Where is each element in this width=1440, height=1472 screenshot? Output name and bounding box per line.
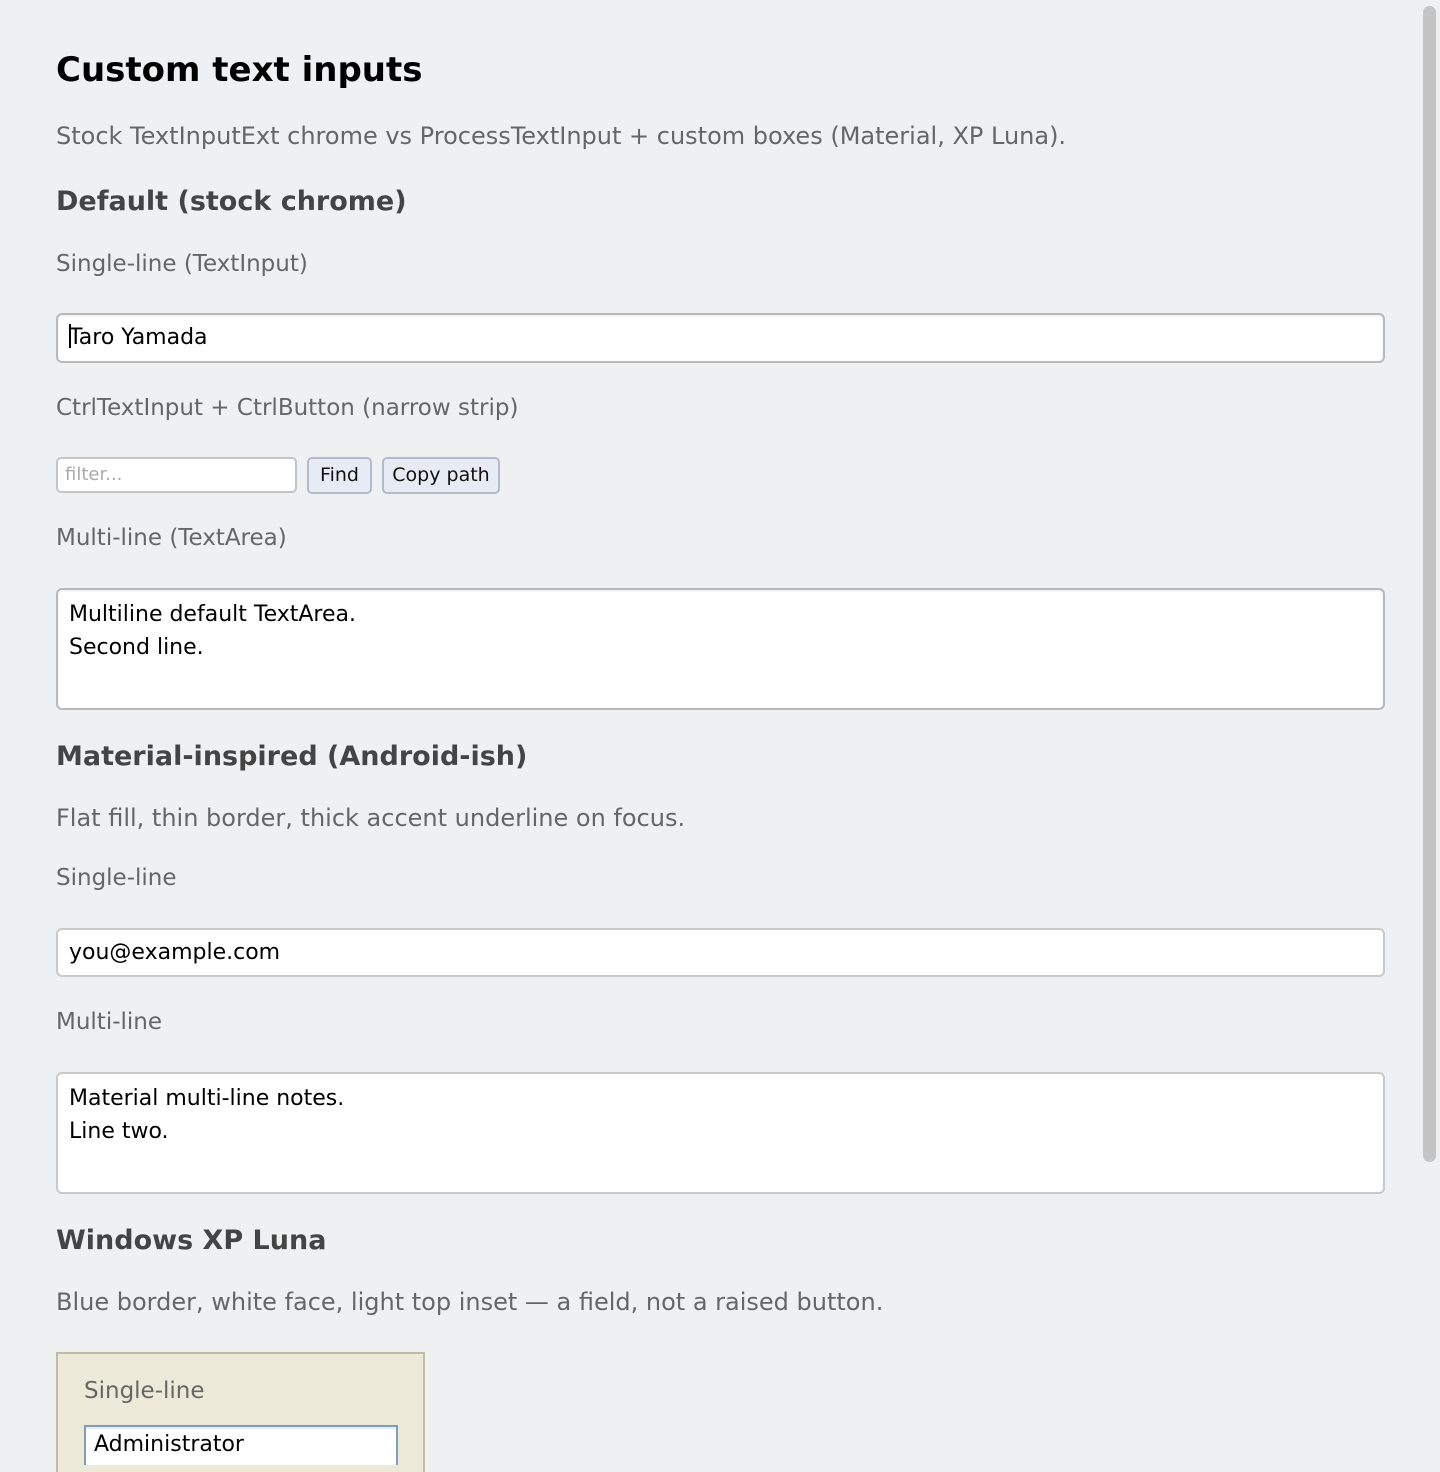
default-multi-textarea[interactable]: Multiline default TextArea. Second line.	[56, 588, 1385, 710]
material-multi-label: Multi-line	[56, 1009, 163, 1035]
scrollbar-thumb[interactable]	[1423, 6, 1436, 1162]
material-description: Flat fill, thin border, thick accent und…	[56, 804, 686, 832]
default-section-heading: Default (stock chrome)	[56, 186, 407, 217]
material-multi-textarea[interactable]: Material multi-line notes. Line two.	[56, 1072, 1385, 1194]
luna-panel: Single-line Administrator	[56, 1352, 425, 1472]
find-button[interactable]: Find	[307, 457, 372, 494]
luna-section-heading: Windows XP Luna	[56, 1225, 327, 1256]
text-caret	[69, 324, 71, 348]
default-single-value: Taro Yamada	[69, 325, 208, 350]
filter-placeholder: filter...	[65, 464, 123, 485]
luna-single-value: Administrator	[94, 1432, 244, 1457]
material-multi-line-1: Material multi-line notes.	[69, 1086, 345, 1111]
default-single-label: Single-line (TextInput)	[56, 251, 308, 277]
default-multi-label: Multi-line (TextArea)	[56, 525, 287, 551]
default-multi-line-2: Second line.	[69, 635, 204, 660]
material-single-value: you@example.com	[69, 940, 281, 965]
filter-input[interactable]: filter...	[56, 457, 297, 493]
material-single-label: Single-line	[56, 865, 177, 891]
page-title: Custom text inputs	[56, 50, 423, 90]
material-multi-line-2: Line two.	[69, 1119, 169, 1144]
material-section-heading: Material-inspired (Android-ish)	[56, 741, 528, 772]
strip-label: CtrlTextInput + CtrlButton (narrow strip…	[56, 395, 519, 421]
luna-description: Blue border, white face, light top inset…	[56, 1288, 884, 1316]
default-single-input[interactable]: Taro Yamada	[56, 313, 1385, 363]
copy-path-button[interactable]: Copy path	[382, 457, 500, 494]
scrollbar-track[interactable]	[1420, 0, 1440, 1440]
luna-single-label: Single-line	[84, 1378, 205, 1404]
material-single-input[interactable]: you@example.com	[56, 928, 1385, 977]
default-multi-line-1: Multiline default TextArea.	[69, 602, 356, 627]
page-subtitle: Stock TextInputExt chrome vs ProcessText…	[56, 122, 1067, 150]
luna-single-input[interactable]: Administrator	[84, 1425, 398, 1465]
